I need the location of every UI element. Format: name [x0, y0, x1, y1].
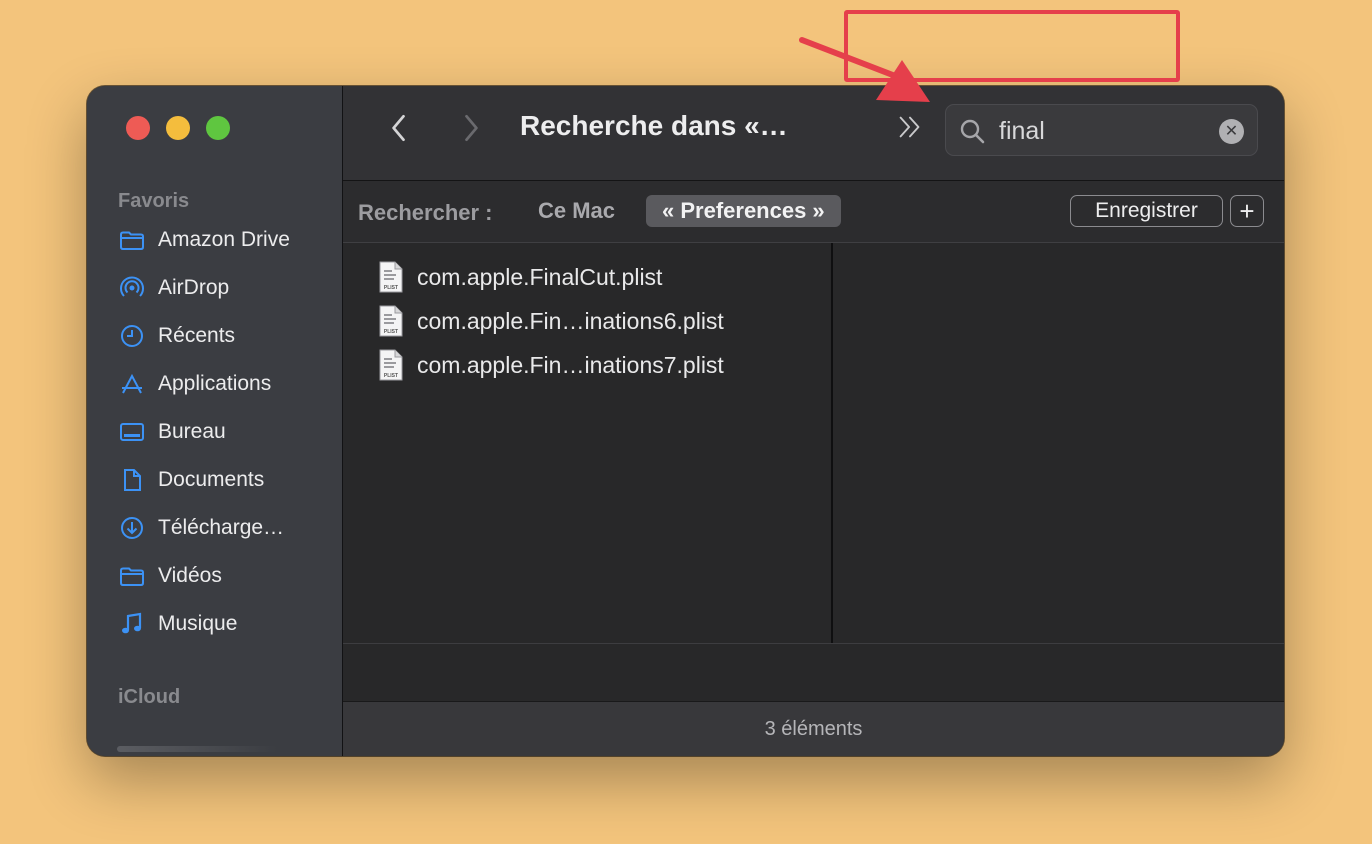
sidebar-item-telechargements[interactable]: Télécharge…: [117, 510, 327, 546]
sidebar-item-applications[interactable]: Applications: [117, 366, 327, 402]
clear-search-button[interactable]: ✕: [1219, 119, 1244, 144]
file-row[interactable]: PLIST com.apple.Fin…inations6.plist: [379, 303, 819, 339]
search-input[interactable]: final: [999, 117, 1045, 146]
minimize-window-button[interactable]: [166, 116, 190, 140]
sidebar-item-videos[interactable]: Vidéos: [117, 558, 327, 594]
scope-label: Rechercher :: [358, 200, 493, 225]
sidebar-item-label: Musique: [158, 612, 238, 635]
maximize-window-button[interactable]: [206, 116, 230, 140]
file-list: PLIST com.apple.FinalCut.plist PLIST com…: [343, 243, 833, 643]
main-area: Recherche dans «… final ✕ Rechercher : C…: [343, 86, 1284, 756]
file-icon-label: PLIST: [384, 329, 398, 335]
sidebar-item-label: Documents: [158, 468, 265, 491]
file-name: com.apple.Fin…inations6.plist: [417, 307, 724, 334]
pane-divider: [343, 643, 1284, 644]
save-search-button[interactable]: Enregistrer: [1070, 195, 1223, 227]
sidebar-item-label: Vidéos: [158, 564, 222, 587]
status-bar: 3 éléments: [343, 701, 1284, 756]
sidebar-hidden-item: [117, 746, 277, 752]
scope-this-mac[interactable]: Ce Mac: [538, 198, 615, 224]
file-row[interactable]: PLIST com.apple.Fin…inations7.plist: [379, 347, 819, 383]
file-name: com.apple.FinalCut.plist: [417, 263, 663, 290]
sidebar: Favoris Amazon Drive AirDrop Récents App…: [87, 86, 343, 756]
sidebar-item-musique[interactable]: Musique: [117, 606, 327, 642]
file-icon-label: PLIST: [384, 373, 398, 379]
toolbar: Recherche dans «… final ✕: [343, 86, 1284, 181]
close-window-button[interactable]: [126, 116, 150, 140]
search-field[interactable]: final ✕: [945, 104, 1258, 156]
window-title: Recherche dans «…: [520, 110, 788, 141]
add-criteria-button[interactable]: +: [1230, 195, 1264, 227]
file-icon-label: PLIST: [384, 285, 398, 291]
toolbar-overflow-button[interactable]: [895, 112, 927, 144]
sidebar-item-airdrop[interactable]: AirDrop: [117, 270, 327, 306]
sidebar-item-label: AirDrop: [158, 276, 230, 299]
airdrop-icon: [117, 273, 147, 303]
forward-button[interactable]: [453, 108, 489, 148]
download-icon: [117, 513, 147, 543]
sidebar-section-favorites: Favoris: [118, 190, 190, 212]
plist-file-icon: PLIST: [379, 349, 403, 381]
document-icon: [117, 465, 147, 495]
music-note-icon: [117, 609, 147, 639]
finder-window: Favoris Amazon Drive AirDrop Récents App…: [87, 86, 1284, 756]
file-name: com.apple.Fin…inations7.plist: [417, 351, 724, 378]
search-scope-bar: Rechercher : Ce Mac « Preferences » Enre…: [343, 181, 1284, 243]
double-chevron-right-icon: [899, 116, 920, 138]
scope-preferences[interactable]: « Preferences »: [646, 195, 841, 227]
clock-icon: [117, 321, 147, 351]
applications-icon: [117, 369, 147, 399]
plist-file-icon: PLIST: [379, 261, 403, 293]
plist-file-icon: PLIST: [379, 305, 403, 337]
sidebar-item-label: Amazon Drive: [158, 228, 290, 251]
search-icon: [960, 119, 985, 144]
folder-icon: [117, 561, 147, 591]
sidebar-item-bureau[interactable]: Bureau: [117, 414, 327, 450]
folder-icon: [117, 225, 147, 255]
file-row[interactable]: PLIST com.apple.FinalCut.plist: [379, 259, 819, 295]
back-button[interactable]: [381, 108, 417, 148]
chevron-left-icon: [392, 114, 405, 142]
sidebar-item-label: Bureau: [158, 420, 226, 443]
sidebar-item-recents[interactable]: Récents: [117, 318, 327, 354]
preview-pane: [833, 243, 1284, 643]
sidebar-item-label: Applications: [158, 372, 272, 395]
close-icon: ✕: [1224, 122, 1239, 140]
chevron-right-icon: [465, 114, 478, 142]
sidebar-item-label: Récents: [158, 324, 236, 347]
sidebar-item-amazon-drive[interactable]: Amazon Drive: [117, 222, 327, 258]
sidebar-item-label: Télécharge…: [158, 516, 285, 539]
sidebar-section-icloud: iCloud: [118, 686, 181, 708]
sidebar-item-documents[interactable]: Documents: [117, 462, 327, 498]
desktop-icon: [117, 417, 147, 447]
search-highlight-box: [844, 10, 1180, 82]
